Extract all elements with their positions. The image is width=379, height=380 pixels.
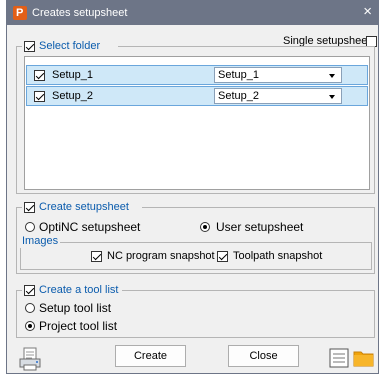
setup-row-checkbox[interactable] [34,91,45,102]
title-bar: P Creates setupsheet × [7,1,378,25]
images-label: Images [20,235,61,248]
toolpath-snapshot-label: Toolpath snapshot [233,250,323,262]
optinc-setupsheet-radio[interactable] [25,222,35,232]
nc-program-snapshot-label: NC program snapshot [107,250,215,262]
setup-list: Setup_1 Setup_1 Setup_2 Setup_2 [24,56,370,190]
user-setupsheet-label: User setupsheet [216,220,304,234]
setup-row[interactable]: Setup_2 Setup_2 [26,86,368,106]
project-tool-list-label: Project tool list [39,319,118,333]
folder-icon[interactable] [353,348,374,368]
user-setupsheet-radio[interactable] [200,222,210,232]
setup-row-name: Setup_1 [52,69,93,81]
setupsheet-dialog: P Creates setupsheet × Single setupsheet… [6,0,379,374]
create-tool-list-label: Create a tool list [39,284,119,296]
background-strip [0,374,379,380]
chevron-down-icon [329,74,335,78]
setup-row-dropdown[interactable]: Setup_1 [214,67,342,83]
app-logo-icon: P [13,6,27,20]
list-view-icon[interactable] [329,348,349,368]
toolpath-snapshot-checkbox[interactable] [217,251,228,262]
setup-row[interactable]: Setup_1 Setup_1 [26,65,368,85]
setup-row-dropdown[interactable]: Setup_2 [214,88,342,104]
setup-row-name: Setup_2 [52,90,93,102]
create-setupsheet-checkbox[interactable] [24,202,35,213]
setup-tool-list-label: Setup tool list [39,301,112,315]
printer-document-icon[interactable] [18,346,44,372]
close-window-button[interactable]: × [363,3,372,21]
create-button[interactable]: Create [115,345,186,367]
nc-program-snapshot-checkbox[interactable] [91,251,102,262]
window-title: Creates setupsheet [32,7,128,19]
optinc-setupsheet-label: OptiNC setupsheet [39,220,141,234]
select-folder-label: Select folder [39,40,101,52]
select-folder-checkbox[interactable] [24,41,35,52]
setup-row-checkbox[interactable] [34,70,45,81]
close-button[interactable]: Close [228,345,299,367]
setup-tool-list-radio[interactable] [25,303,35,313]
create-tool-list-checkbox[interactable] [24,285,35,296]
create-setupsheet-label: Create setupsheet [39,201,129,213]
chevron-down-icon [329,95,335,99]
project-tool-list-radio[interactable] [25,321,35,331]
